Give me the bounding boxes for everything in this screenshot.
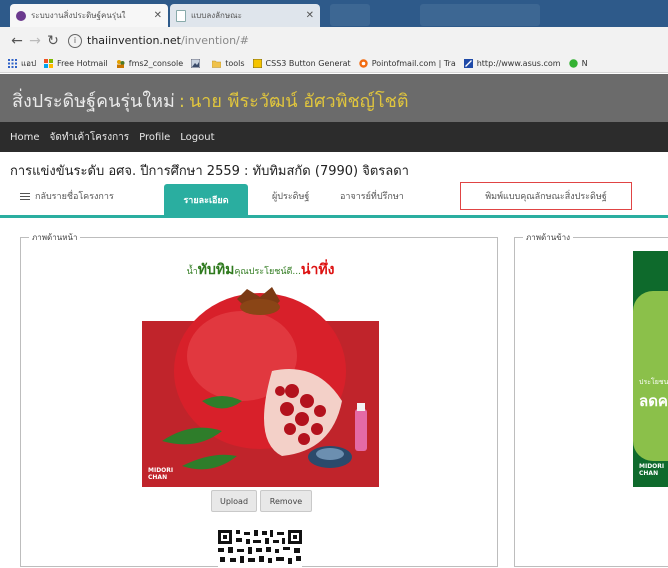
bookmarks-bar: แอป Free Hotmail fms2_console tools CSS3… (0, 54, 668, 73)
headline-part: น่าทึ่ง (300, 262, 335, 278)
bookmark-label: Pointofmail.com | Tra (371, 58, 456, 68)
headline-part: น้ำ (186, 267, 198, 277)
folder-icon (212, 60, 222, 68)
bookmark-label: fms2_console (128, 58, 184, 68)
bookmark-fms2[interactable]: fms2_console (116, 59, 183, 68)
product-headline: น้ำทับทิมคุณประโยชน์ดี...น่าทึ่ง (142, 259, 379, 281)
pomegranate-graphic (162, 287, 367, 470)
address-bar: ← → ↻ i thaiinvention.net/invention/# (0, 27, 668, 54)
bookmark-tools[interactable]: tools (212, 58, 245, 68)
side-image-text: ประโยชน (639, 378, 668, 386)
nav-logout-link[interactable]: Logout (180, 132, 214, 143)
headline-part: คุณประโยชน์ดี... (234, 267, 301, 277)
browser-tabstrip: ระบบงานสิ่งประดิษฐ์คนรุ่นใ ✕ แบบลงลักษณะ… (0, 0, 668, 27)
page-title: การแข่งขันระดับ อศจ. ปีการศึกษา 2559 : ท… (10, 164, 409, 179)
nav-proposal-link[interactable]: จัดทำเค้าโครงการ (50, 130, 130, 145)
document-icon (176, 9, 186, 22)
bookmark-css3[interactable]: CSS3 Button Generat (252, 58, 351, 68)
logged-in-user: นาย พีระวัฒน์ อัศวพิชญ์โชติ (188, 91, 409, 112)
leaf-graphic (633, 291, 668, 461)
bookmark-n[interactable]: N (568, 58, 588, 68)
upload-button[interactable]: Upload (211, 490, 257, 512)
front-image-panel: ภาพด้านหน้า น้ำทับทิมคุณประโยชน์ดี...น่า… (20, 231, 498, 568)
bookmark-pointofmail[interactable]: Pointofmail.com | Tra (358, 58, 456, 68)
side-image-text: ลดค (639, 392, 668, 410)
side-image-legend: ภาพด้านข้าง (523, 231, 574, 244)
nav-profile-link[interactable]: Profile (139, 132, 170, 143)
bookmark-label: http://www.asus.com (476, 58, 561, 68)
product-side-image: ประโยชน ลดค MIDORI CHAN (633, 251, 668, 487)
site-brand: สิ่งประดิษฐ์คนรุ่นใหม่: นาย พีระวัฒน์ อัศ… (12, 86, 409, 115)
back-to-projects-link[interactable]: กลับรายชื่อโครงการ (20, 189, 114, 203)
site-navigation: Home จัดทำเค้าโครงการ Profile Logout (0, 122, 668, 152)
project-tabs: กลับรายชื่อโครงการ รายละเอียด ผู้ประดิษฐ… (0, 181, 668, 218)
url-field[interactable]: i thaiinvention.net/invention/# (68, 33, 249, 48)
apps-grid-icon (8, 58, 17, 68)
brand-line: CHAN (639, 470, 659, 477)
tab-title: แบบลงลักษณะ (191, 11, 242, 20)
tab-title: ระบบงานสิ่งประดิษฐ์คนรุ่นใ (31, 11, 126, 20)
tab-inventors[interactable]: ผู้ประดิษฐ์ (272, 189, 309, 203)
site-name: สิ่งประดิษฐ์คนรุ่นใหม่ (12, 91, 175, 112)
print-spec-button[interactable]: พิมพ์แบบคุณลักษณะสิ่งประดิษฐ์ (460, 182, 632, 210)
brand-line: MIDORI (148, 467, 174, 474)
bookmark-label: CSS3 Button Generat (265, 58, 351, 68)
info-icon[interactable]: i (68, 33, 82, 48)
close-tab-icon[interactable]: ✕ (154, 10, 162, 21)
remove-button[interactable]: Remove (260, 490, 312, 512)
close-tab-icon[interactable]: ✕ (306, 10, 314, 21)
forward-icon[interactable]: → (26, 33, 44, 49)
window-background (330, 4, 370, 26)
nav-home-link[interactable]: Home (10, 132, 40, 143)
site-favicon-icon (16, 10, 26, 21)
front-image-legend: ภาพด้านหน้า (29, 231, 81, 244)
green-circle-icon (568, 58, 578, 68)
bookmark-label: Free Hotmail (57, 58, 108, 68)
brand-line: CHAN (148, 474, 168, 481)
brand-line: MIDORI (639, 463, 665, 470)
headline-part: ทับทิม (197, 262, 235, 278)
window-background (420, 4, 540, 26)
orange-circle-icon (358, 58, 368, 68)
bookmark-asus[interactable]: http://www.asus.com (463, 58, 561, 68)
brand-separator: : (178, 91, 185, 112)
bookmark-hotmail[interactable]: Free Hotmail (44, 58, 108, 68)
back-icon[interactable]: ← (8, 33, 26, 49)
image-icon (191, 58, 201, 68)
windows-logo-icon (44, 58, 54, 68)
side-image-panel: ภาพด้านข้าง ประโยชน ลดค MIDORI CHAN (514, 231, 668, 567)
url-path: /invention/# (180, 34, 249, 47)
back-label: กลับรายชื่อโครงการ (35, 192, 114, 202)
bookmark-label: tools (225, 58, 245, 68)
product-front-image: น้ำทับทิมคุณประโยชน์ดี...น่าทึ่ง MIDORI … (142, 251, 379, 487)
bookmark-apps[interactable]: แอป (8, 57, 36, 70)
url-host: thaiinvention.net (87, 34, 181, 47)
product-brand-logo: MIDORI CHAN (148, 467, 173, 481)
bookmark-label: แอป (21, 58, 37, 68)
browser-tab-active[interactable]: ระบบงานสิ่งประดิษฐ์คนรุ่นใ ✕ (10, 4, 168, 27)
bookmark-label: N (581, 58, 588, 68)
bookmark-image[interactable] (191, 58, 204, 68)
people-icon (116, 59, 125, 68)
product-brand-logo: MIDORI CHAN (639, 463, 664, 477)
list-icon (20, 191, 30, 202)
browser-tab[interactable]: แบบลงลักษณะ ✕ (170, 4, 320, 27)
site-banner: สิ่งประดิษฐ์คนรุ่นใหม่: นาย พีระวัฒน์ อัศ… (0, 74, 668, 122)
asus-icon (463, 58, 473, 68)
tab-details[interactable]: รายละเอียด (164, 184, 248, 215)
tab-advisors[interactable]: อาจารย์ที่ปรึกษา (340, 189, 404, 203)
qr-code (218, 528, 302, 568)
reload-icon[interactable]: ↻ (44, 33, 62, 49)
yellow-square-icon (252, 58, 262, 68)
